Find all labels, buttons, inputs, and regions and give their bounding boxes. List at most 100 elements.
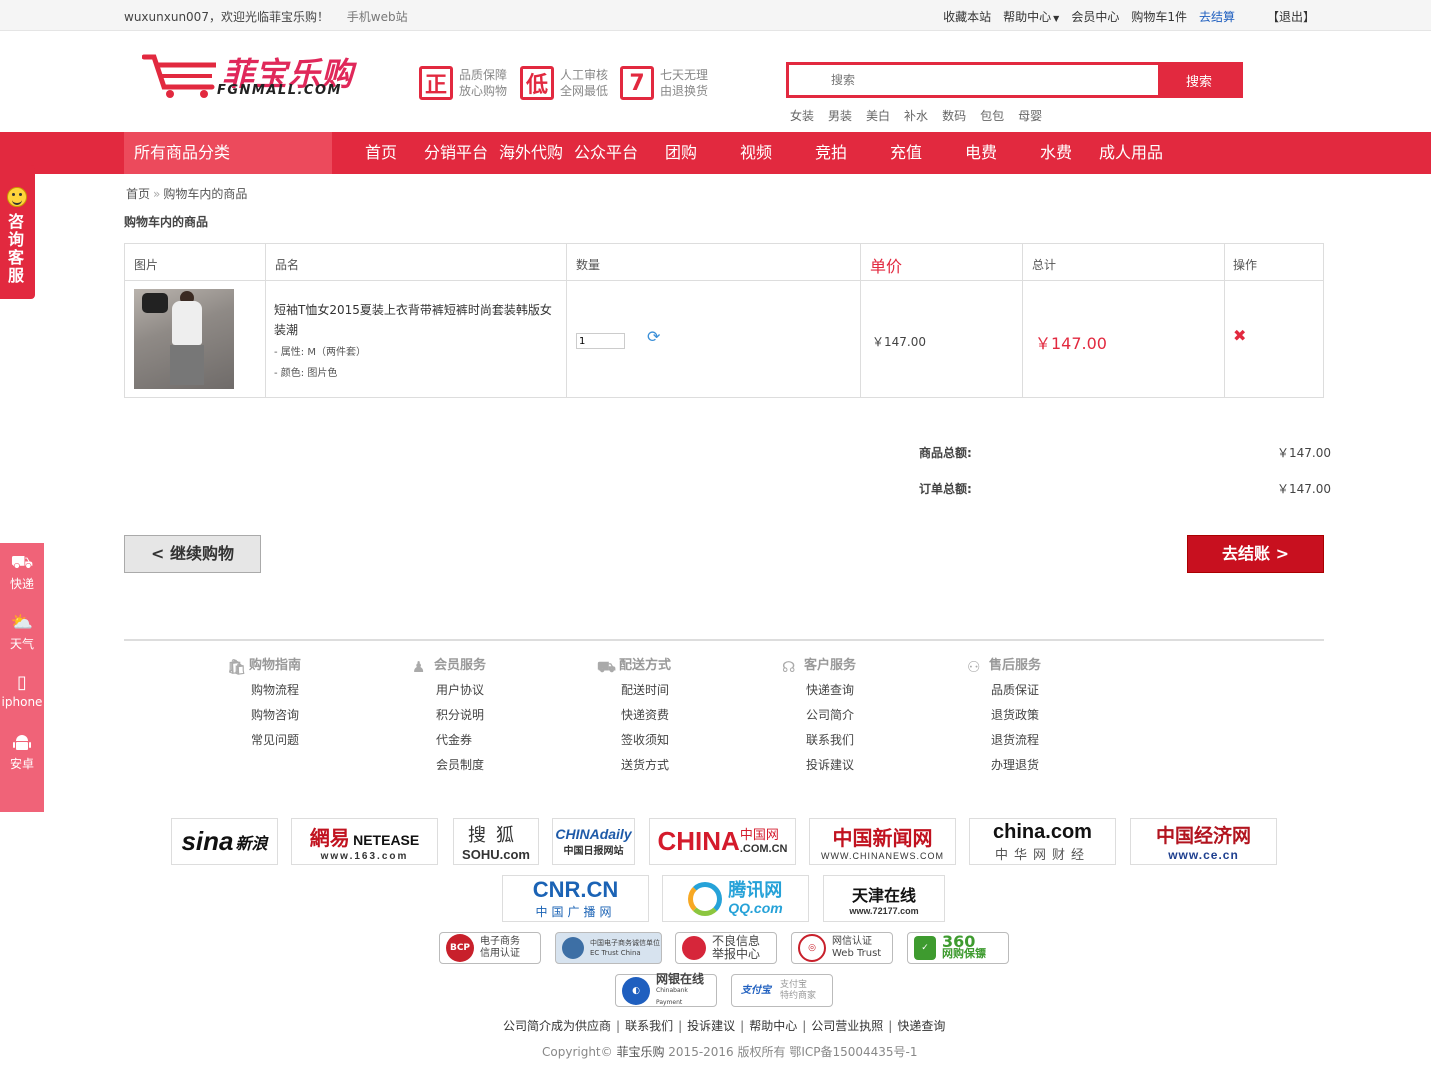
help-link[interactable]: 常见问题 (251, 731, 301, 751)
member-center-link[interactable]: 会员中心 (1071, 8, 1119, 25)
hot-keyword[interactable]: 女装 (790, 107, 814, 124)
ce-logo[interactable]: 中国经济网 www.ce.cn (1130, 818, 1277, 865)
truck-icon: ⛟ (597, 658, 616, 676)
help-link[interactable]: 购物咨询 (251, 706, 301, 726)
customer-service-button[interactable]: 咨询客服 (0, 165, 35, 299)
product-image[interactable] (134, 289, 234, 389)
webtrust-badge[interactable]: ◎ 网信认证 Web Trust (791, 932, 893, 964)
bcp-badge[interactable]: BCP 电子商务 信用认证 (439, 932, 541, 964)
checkout-link[interactable]: 去结算 (1199, 8, 1235, 25)
tool-android[interactable]: 安卓 (0, 733, 44, 772)
help-link[interactable]: 签收须知 (621, 731, 671, 751)
nav-item-distribution[interactable]: 分销平台 (424, 132, 488, 174)
chinabank-badge[interactable]: ◐ 网银在线 Chinabank Payment (615, 973, 717, 1007)
logo-text: 搜狐 (468, 825, 524, 845)
search-button[interactable]: 搜索 (1158, 65, 1240, 95)
cnr-logo[interactable]: CNR.CN 中国广播网 (502, 875, 649, 922)
search-input[interactable] (789, 65, 1161, 95)
360-badge[interactable]: ✓ 360 网购保镖 (907, 932, 1009, 964)
continue-shopping-button[interactable]: < 继续购物 (124, 535, 261, 573)
help-center-menu[interactable]: 帮助中心 ▼ (1003, 8, 1059, 25)
mobile-site-link[interactable]: 手机web站 (347, 10, 408, 24)
sina-logo[interactable]: sina 新浪 (171, 818, 278, 865)
promise-line: 由退换货 (660, 84, 709, 98)
sohu-logo[interactable]: 搜狐 SOHU.com (453, 818, 539, 865)
hot-keyword[interactable]: 包包 (980, 107, 1004, 124)
help-link[interactable]: 办理退货 (991, 756, 1041, 776)
webtrust-icon: ◎ (798, 934, 826, 962)
help-link[interactable]: 快递查询 (806, 681, 856, 701)
chinanews-logo[interactable]: 中国新闻网 WWW.CHINANEWS.COM (809, 818, 956, 865)
nav-item-group-buy[interactable]: 团购 (665, 132, 697, 174)
weather-icon: ⛅ (10, 612, 34, 633)
hot-keyword[interactable]: 男装 (828, 107, 852, 124)
tool-iphone[interactable]: ▯ iphone (0, 673, 44, 710)
delete-icon[interactable]: ✖ (1233, 326, 1246, 345)
quantity-input[interactable] (576, 333, 625, 349)
order-total-value: ￥147.00 (1277, 482, 1331, 496)
help-link[interactable]: 积分说明 (436, 706, 486, 726)
footer-link[interactable]: 成为供应商 (551, 1019, 611, 1033)
tianjin-logo[interactable]: 天津在线 www.72177.com (823, 875, 945, 922)
badge-text: 中国电子商务诚信单位 (590, 939, 660, 947)
breadcrumb-home[interactable]: 首页 (126, 187, 150, 201)
logout-link[interactable]: 【退出】 (1267, 8, 1315, 25)
help-link[interactable]: 配送时间 (621, 681, 671, 701)
report-center-badge[interactable]: 不良信息 举报中心 (675, 932, 777, 964)
footer-link[interactable]: 快递查询 (897, 1019, 945, 1033)
help-link[interactable]: 送货方式 (621, 756, 671, 776)
hot-keyword[interactable]: 补水 (904, 107, 928, 124)
checkout-button[interactable]: 去结账 > (1187, 535, 1324, 573)
footer-link[interactable]: 公司营业执照 (811, 1019, 883, 1033)
nav-item-recharge[interactable]: 充值 (890, 132, 922, 174)
all-categories-button[interactable]: 所有商品分类 (124, 132, 332, 174)
help-link[interactable]: 代金券 (436, 731, 486, 751)
hot-keyword[interactable]: 美白 (866, 107, 890, 124)
refresh-icon[interactable]: ⟳ (647, 327, 660, 346)
alipay-badge[interactable]: 支付宝 支付宝 特约商家 (731, 974, 833, 1007)
footer-link[interactable]: 公司简介 (503, 1019, 551, 1033)
nav-item-auction[interactable]: 竞拍 (815, 132, 847, 174)
china-com-logo[interactable]: china.com 中华网财经 (969, 818, 1116, 865)
promise-price: 低 人工审核 全网最低 (520, 66, 608, 100)
favorite-link[interactable]: 收藏本站 (943, 8, 991, 25)
help-link[interactable]: 快递资费 (621, 706, 671, 726)
site-logo[interactable]: 菲宝乐购 FGNMALL.COM (142, 49, 374, 103)
footer-link[interactable]: 联系我们 (625, 1019, 673, 1033)
help-link[interactable]: 退货政策 (991, 706, 1041, 726)
logo-text: NETEASE (353, 831, 420, 848)
footer-link[interactable]: 帮助中心 (749, 1019, 797, 1033)
footer-link[interactable]: 投诉建议 (687, 1019, 735, 1033)
nav-item-home[interactable]: 首页 (365, 132, 397, 174)
chinadaily-logo[interactable]: CHINAdaily 中国日报网站 (552, 818, 635, 865)
footer-divider (124, 639, 1324, 641)
help-link[interactable]: 用户协议 (436, 681, 486, 701)
side-tools: ⛟ 快递 ⛅ 天气 ▯ iphone 安卓 (0, 543, 44, 812)
ec-trust-badge[interactable]: 中国电子商务诚信单位 EC Trust China (555, 932, 662, 964)
hot-keyword[interactable]: 数码 (942, 107, 966, 124)
help-link[interactable]: 联系我们 (806, 731, 856, 751)
help-link[interactable]: 购物流程 (251, 681, 301, 701)
netease-logo[interactable]: 網易 NETEASE www.163.com (291, 818, 438, 865)
china-com-cn-logo[interactable]: CHINA 中国网 .COM.CN (649, 818, 796, 865)
promise-line: 人工审核 (560, 68, 609, 82)
help-link[interactable]: 品质保证 (991, 681, 1041, 701)
nav-item-video[interactable]: 视频 (740, 132, 772, 174)
help-link[interactable]: 会员制度 (436, 756, 486, 776)
nav-item-public[interactable]: 公众平台 (574, 132, 638, 174)
separator: | (888, 1019, 893, 1033)
nav-item-adult[interactable]: 成人用品 (1099, 132, 1163, 174)
nav-item-electricity[interactable]: 电费 (965, 132, 997, 174)
help-link[interactable]: 退货流程 (991, 731, 1041, 751)
help-link[interactable]: 公司简介 (806, 706, 856, 726)
separator: | (678, 1019, 683, 1033)
tool-express[interactable]: ⛟ 快递 (0, 553, 44, 592)
hot-keyword[interactable]: 母婴 (1018, 107, 1042, 124)
cart-link[interactable]: 购物车1件 (1131, 8, 1187, 25)
tool-weather[interactable]: ⛅ 天气 (0, 613, 44, 652)
nav-item-overseas[interactable]: 海外代购 (499, 132, 563, 174)
help-link[interactable]: 投诉建议 (806, 756, 856, 776)
nav-item-water[interactable]: 水费 (1040, 132, 1072, 174)
product-name-link[interactable]: 短袖T恤女2015夏装上衣背带裤短裤时尚套装韩版女装潮 (274, 300, 556, 340)
qq-logo[interactable]: 腾讯网 QQ.com (662, 875, 809, 922)
